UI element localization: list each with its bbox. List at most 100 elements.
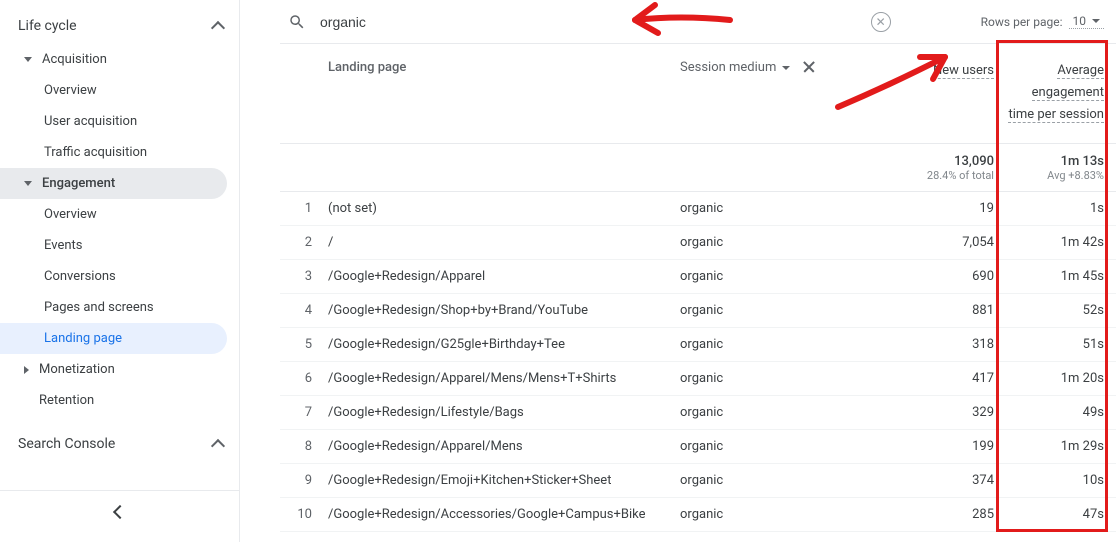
row-number: 10 bbox=[280, 507, 328, 522]
sidebar-item-label: Retention bbox=[39, 393, 94, 408]
cell-landing-page: /Google+Redesign/Apparel/Mens bbox=[328, 439, 523, 454]
table-row[interactable]: 1(not set)organic191s bbox=[280, 192, 1116, 226]
dimension-session-medium[interactable]: Session medium bbox=[680, 60, 790, 75]
sidebar: Life cycle Acquisition Overview User acq… bbox=[0, 0, 240, 542]
search-row: ✕ Rows per page: 10 bbox=[280, 0, 1116, 44]
sidebar-item-landing-page[interactable]: Landing page bbox=[0, 323, 227, 354]
chevron-up-icon bbox=[211, 439, 225, 453]
table-header-row: Landing page Session medium New users Av… bbox=[280, 44, 1116, 144]
sidebar-item-label: Monetization bbox=[39, 362, 115, 377]
cell-new-users: 417 bbox=[896, 371, 1006, 386]
row-number: 8 bbox=[280, 439, 328, 454]
sidebar-item-label: Conversions bbox=[44, 269, 116, 284]
total-avg-engagement: 1m 13s bbox=[1006, 154, 1104, 169]
cell-new-users: 318 bbox=[896, 337, 1006, 352]
sidebar-item-label: Engagement bbox=[42, 176, 115, 191]
table-row[interactable]: 3/Google+Redesign/Apparel organic 6901m 45… bbox=[280, 260, 1116, 294]
table-row[interactable]: 4/Google+Redesign/Shop+by+Brand/YouTube o… bbox=[280, 294, 1116, 328]
cell-landing-page: /Google+Redesign/Shop+by+Brand/YouTube bbox=[328, 303, 588, 318]
sidebar-item-traffic-acquisition[interactable]: Traffic acquisition bbox=[0, 137, 227, 168]
row-number: 6 bbox=[280, 371, 328, 386]
cell-avg-engagement: 1m 20s bbox=[1006, 371, 1116, 386]
column-header-avg-engagement[interactable]: Average engagement time per session bbox=[1008, 63, 1104, 123]
cell-avg-engagement: 49s bbox=[1006, 405, 1116, 420]
table-row[interactable]: 9/Google+Redesign/Emoji+Kitchen+Sticker+… bbox=[280, 464, 1116, 498]
sidebar-item-acquisition[interactable]: Acquisition bbox=[0, 44, 227, 75]
main-content: ✕ Rows per page: 10 Landing page Session… bbox=[240, 0, 1116, 542]
rows-per-page-control: Rows per page: 10 bbox=[981, 14, 1104, 29]
triangle-down-icon bbox=[782, 66, 790, 70]
total-avg-engagement-delta: Avg +8.83% bbox=[1006, 169, 1104, 182]
sidebar-item-acq-overview[interactable]: Overview bbox=[0, 75, 227, 106]
cell-avg-engagement: 10s bbox=[1006, 473, 1116, 488]
sidebar-item-engagement[interactable]: Engagement bbox=[0, 168, 227, 199]
cell-avg-engagement: 47s bbox=[1006, 507, 1116, 522]
cell-landing-page: /Google+Redesign/Apparel bbox=[328, 269, 485, 284]
triangle-right-icon bbox=[24, 366, 29, 374]
cell-avg-engagement: 52s bbox=[1006, 303, 1116, 318]
sidebar-section-lifecycle[interactable]: Life cycle bbox=[0, 8, 239, 44]
cell-avg-engagement: 1m 45s bbox=[1006, 269, 1116, 284]
cell-avg-engagement: 1m 29s bbox=[1006, 439, 1116, 454]
sidebar-item-retention[interactable]: Retention bbox=[0, 385, 227, 416]
table-row[interactable]: 8/Google+Redesign/Apparel/Mensorganic199… bbox=[280, 430, 1116, 464]
row-number: 7 bbox=[280, 405, 328, 420]
cell-landing-page: /Google+Redesign/Emoji+Kitchen+Sticker+S… bbox=[328, 473, 611, 488]
cell-session-medium: organic bbox=[680, 473, 855, 488]
cell-landing-page: /Google+Redesign/Lifestyle/Bags bbox=[328, 405, 524, 420]
cell-new-users: 881 bbox=[896, 303, 1006, 318]
chevron-left-icon bbox=[112, 504, 126, 518]
row-number: 1 bbox=[280, 201, 328, 216]
cell-landing-page: /Google+Redesign/G25gle+Birthday+Tee bbox=[328, 337, 565, 352]
table-row[interactable]: 6/Google+Redesign/Apparel/Mens/Mens+T+Sh… bbox=[280, 362, 1116, 396]
table-row[interactable]: 7/Google+Redesign/Lifestyle/Bags organic 3… bbox=[280, 396, 1116, 430]
total-new-users: 13,090 bbox=[896, 154, 994, 169]
column-header-new-users[interactable]: New users bbox=[933, 63, 994, 79]
sidebar-item-label: Traffic acquisition bbox=[44, 145, 147, 160]
rows-per-page-select[interactable]: 10 bbox=[1069, 14, 1105, 29]
cell-session-medium: organic bbox=[680, 235, 855, 250]
table-row[interactable]: 2/organic7,0541m 42s bbox=[280, 226, 1116, 260]
cell-session-medium: organic bbox=[680, 269, 855, 284]
rows-per-page-value: 10 bbox=[1073, 14, 1087, 28]
table-row[interactable]: 5/Google+Redesign/G25gle+Birthday+Teeorg… bbox=[280, 328, 1116, 362]
sidebar-item-label: Overview bbox=[44, 83, 97, 98]
cell-session-medium: organic bbox=[680, 303, 855, 318]
dimension-label: Session medium bbox=[680, 60, 776, 75]
cell-new-users: 285 bbox=[896, 507, 1006, 522]
table-row[interactable]: 10/Google+Redesign/Accessories/Google+Ca… bbox=[280, 498, 1116, 532]
sidebar-item-monetization[interactable]: Monetization bbox=[0, 354, 227, 385]
remove-dimension-button[interactable] bbox=[802, 60, 816, 74]
cell-new-users: 374 bbox=[896, 473, 1006, 488]
row-number: 4 bbox=[280, 303, 328, 318]
cell-session-medium: organic bbox=[680, 337, 855, 352]
column-header-landing-page[interactable]: Landing page bbox=[280, 60, 680, 75]
row-number: 9 bbox=[280, 473, 328, 488]
row-number: 3 bbox=[280, 269, 328, 284]
sidebar-section-label: Life cycle bbox=[18, 18, 77, 34]
cell-session-medium: organic bbox=[680, 507, 855, 522]
sidebar-item-conversions[interactable]: Conversions bbox=[0, 261, 227, 292]
cell-landing-page: (not set) bbox=[328, 201, 377, 216]
triangle-down-icon bbox=[24, 57, 32, 62]
sidebar-item-eng-overview[interactable]: Overview bbox=[0, 199, 227, 230]
sidebar-item-pages-screens[interactable]: Pages and screens bbox=[0, 292, 227, 323]
cell-session-medium: organic bbox=[680, 405, 855, 420]
search-input[interactable] bbox=[320, 14, 871, 30]
sidebar-item-user-acquisition[interactable]: User acquisition bbox=[0, 106, 227, 137]
cell-session-medium: organic bbox=[680, 439, 855, 454]
sidebar-section-search-console[interactable]: Search Console bbox=[0, 426, 239, 462]
sidebar-section-label: Search Console bbox=[18, 436, 115, 452]
sidebar-item-events[interactable]: Events bbox=[0, 230, 227, 261]
rows-per-page-label: Rows per page: bbox=[981, 15, 1063, 29]
cell-new-users: 690 bbox=[896, 269, 1006, 284]
cell-new-users: 329 bbox=[896, 405, 1006, 420]
table-body: 1(not set)organic191s2/organic7,0541m 42… bbox=[280, 192, 1116, 532]
cell-landing-page: /Google+Redesign/Apparel/Mens/Mens+T+Shi… bbox=[328, 371, 616, 386]
sidebar-item-label: Events bbox=[44, 238, 82, 253]
clear-search-button[interactable]: ✕ bbox=[871, 12, 891, 32]
cell-landing-page: / bbox=[328, 235, 333, 250]
sidebar-collapse-button[interactable] bbox=[0, 490, 239, 532]
triangle-down-icon bbox=[24, 181, 32, 186]
search-icon bbox=[288, 13, 306, 31]
